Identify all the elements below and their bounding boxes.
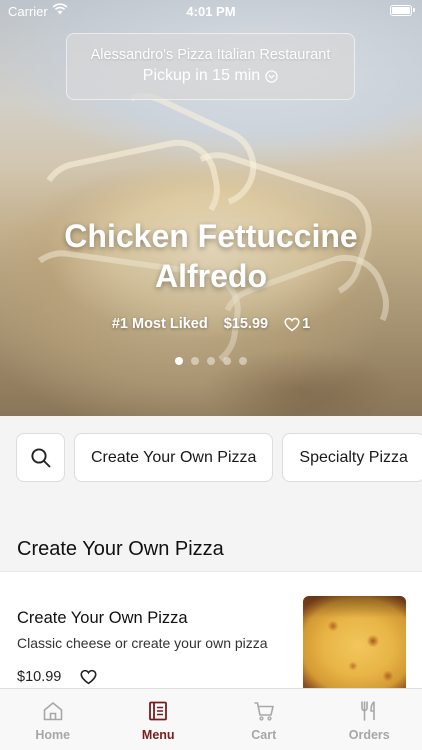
category-chip-create-your-own-pizza[interactable]: Create Your Own Pizza — [74, 433, 274, 482]
carousel-dot[interactable] — [207, 357, 215, 365]
search-icon — [30, 447, 50, 467]
home-icon — [43, 702, 63, 721]
carousel-dot[interactable] — [191, 357, 199, 365]
menu-item-price: $10.99 — [17, 669, 62, 685]
chevron-down-circle-icon — [265, 69, 278, 83]
carousel-dot[interactable] — [223, 357, 231, 365]
featured-likes-count: 1 — [302, 316, 311, 332]
restaurant-name: Alessandro's Pizza Italian Restaurant — [90, 47, 331, 63]
featured-item-meta: #1 Most Liked $15.99 1 — [0, 316, 422, 332]
pickup-label: Pickup in 15 min — [142, 67, 261, 84]
featured-item-title: Chicken Fettuccine Alfredo — [64, 218, 358, 294]
tab-menu[interactable]: Menu — [106, 689, 212, 750]
app-screen: Carrier 4:01 PM Alessandro's Pizza Itali… — [0, 0, 422, 750]
status-bar: Carrier 4:01 PM — [0, 0, 422, 22]
restaurant-pickup-selector[interactable]: Alessandro's Pizza Italian Restaurant Pi… — [66, 33, 355, 100]
cart-icon — [254, 702, 274, 721]
search-button[interactable] — [16, 433, 65, 482]
menu-item-name: Create Your Own Pizza — [17, 609, 188, 627]
menu-item-image — [303, 596, 406, 696]
battery-icon — [390, 5, 415, 16]
featured-likes[interactable]: 1 — [284, 316, 310, 332]
category-chip-specialty-pizza[interactable]: Specialty Pizza — [282, 433, 422, 482]
tab-label: Orders — [348, 728, 390, 742]
featured-price: $15.99 — [223, 316, 269, 332]
heart-outline-icon — [284, 317, 300, 331]
category-bar: Create Your Own Pizza Specialty Pizza — [16, 433, 422, 482]
carousel-dot[interactable] — [239, 357, 247, 365]
carousel-page-indicator[interactable] — [0, 357, 422, 365]
section-title: Create Your Own Pizza — [17, 538, 224, 560]
tab-home[interactable]: Home — [0, 689, 106, 750]
tab-cart[interactable]: Cart — [211, 689, 317, 750]
carousel-dot[interactable] — [175, 357, 183, 365]
menu-book-icon — [149, 701, 168, 721]
featured-rank: #1 Most Liked — [111, 316, 208, 332]
pickup-time: Pickup in 15 min — [143, 67, 278, 85]
menu-item-description: Classic cheese or create your own pizza — [17, 635, 268, 651]
tab-label: Cart — [251, 728, 277, 742]
tab-label: Home — [35, 728, 71, 742]
featured-hero[interactable]: Carrier 4:01 PM Alessandro's Pizza Itali… — [0, 0, 422, 416]
status-time: 4:01 PM — [186, 4, 236, 19]
tab-bar: Home Menu Cart Orders — [0, 688, 422, 750]
menu-item-card[interactable]: Create Your Own Pizza Classic cheese or … — [0, 571, 422, 701]
tab-orders[interactable]: Orders — [317, 689, 422, 750]
utensils-icon — [361, 701, 376, 721]
tab-label: Menu — [141, 728, 175, 742]
heart-outline-icon[interactable] — [80, 669, 97, 685]
